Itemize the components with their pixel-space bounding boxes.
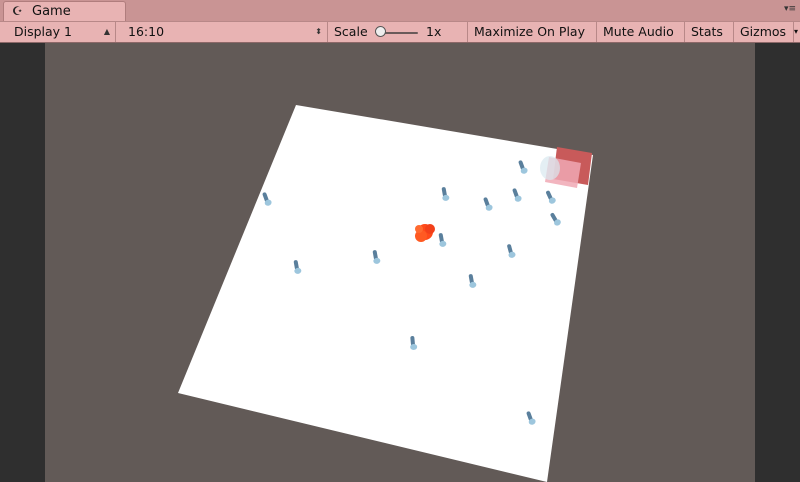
tab-game[interactable]: ☪ Game [3, 1, 126, 21]
dropdown-arrows-icon: ▲ [103, 27, 110, 36]
scale-value: 1x [426, 24, 442, 39]
aspect-dropdown[interactable]: 16:10 ⬍ [116, 22, 328, 42]
tab-bar: ☪ Game ▾≡ [0, 0, 800, 21]
display-dropdown[interactable]: Display 1 ▲ [0, 22, 116, 42]
tab-game-label: Game [32, 4, 71, 19]
maximize-on-play-button[interactable]: Maximize On Play [468, 22, 597, 42]
scale-slider-handle[interactable] [375, 26, 386, 37]
tab-menu-icon[interactable]: ▾≡ [784, 3, 796, 15]
game-viewport[interactable] [45, 43, 755, 482]
display-dropdown-label: Display 1 [14, 24, 73, 39]
gizmos-label: Gizmos [740, 24, 787, 39]
maximize-on-play-label: Maximize On Play [474, 24, 585, 39]
aspect-dropdown-label: 16:10 [128, 24, 165, 39]
scale-label: Scale [334, 24, 368, 39]
stats-button[interactable]: Stats [685, 22, 734, 42]
game-icon: ☪ [12, 4, 23, 18]
stats-label: Stats [691, 24, 723, 39]
game-toolbar: Display 1 ▲ 16:10 ⬍ Scale 1x Maximize On… [0, 21, 800, 43]
gizmos-dropdown-arrow[interactable]: ▾ [794, 22, 800, 42]
dropdown-arrows-icon: ⬍ [315, 27, 322, 36]
mute-audio-label: Mute Audio [603, 24, 674, 39]
ground-plane [178, 105, 593, 482]
game-scene [178, 105, 593, 482]
game-view [0, 43, 800, 482]
gizmos-button[interactable]: Gizmos [734, 22, 794, 42]
chevron-down-icon: ▾ [794, 27, 799, 36]
mute-audio-button[interactable]: Mute Audio [597, 22, 685, 42]
